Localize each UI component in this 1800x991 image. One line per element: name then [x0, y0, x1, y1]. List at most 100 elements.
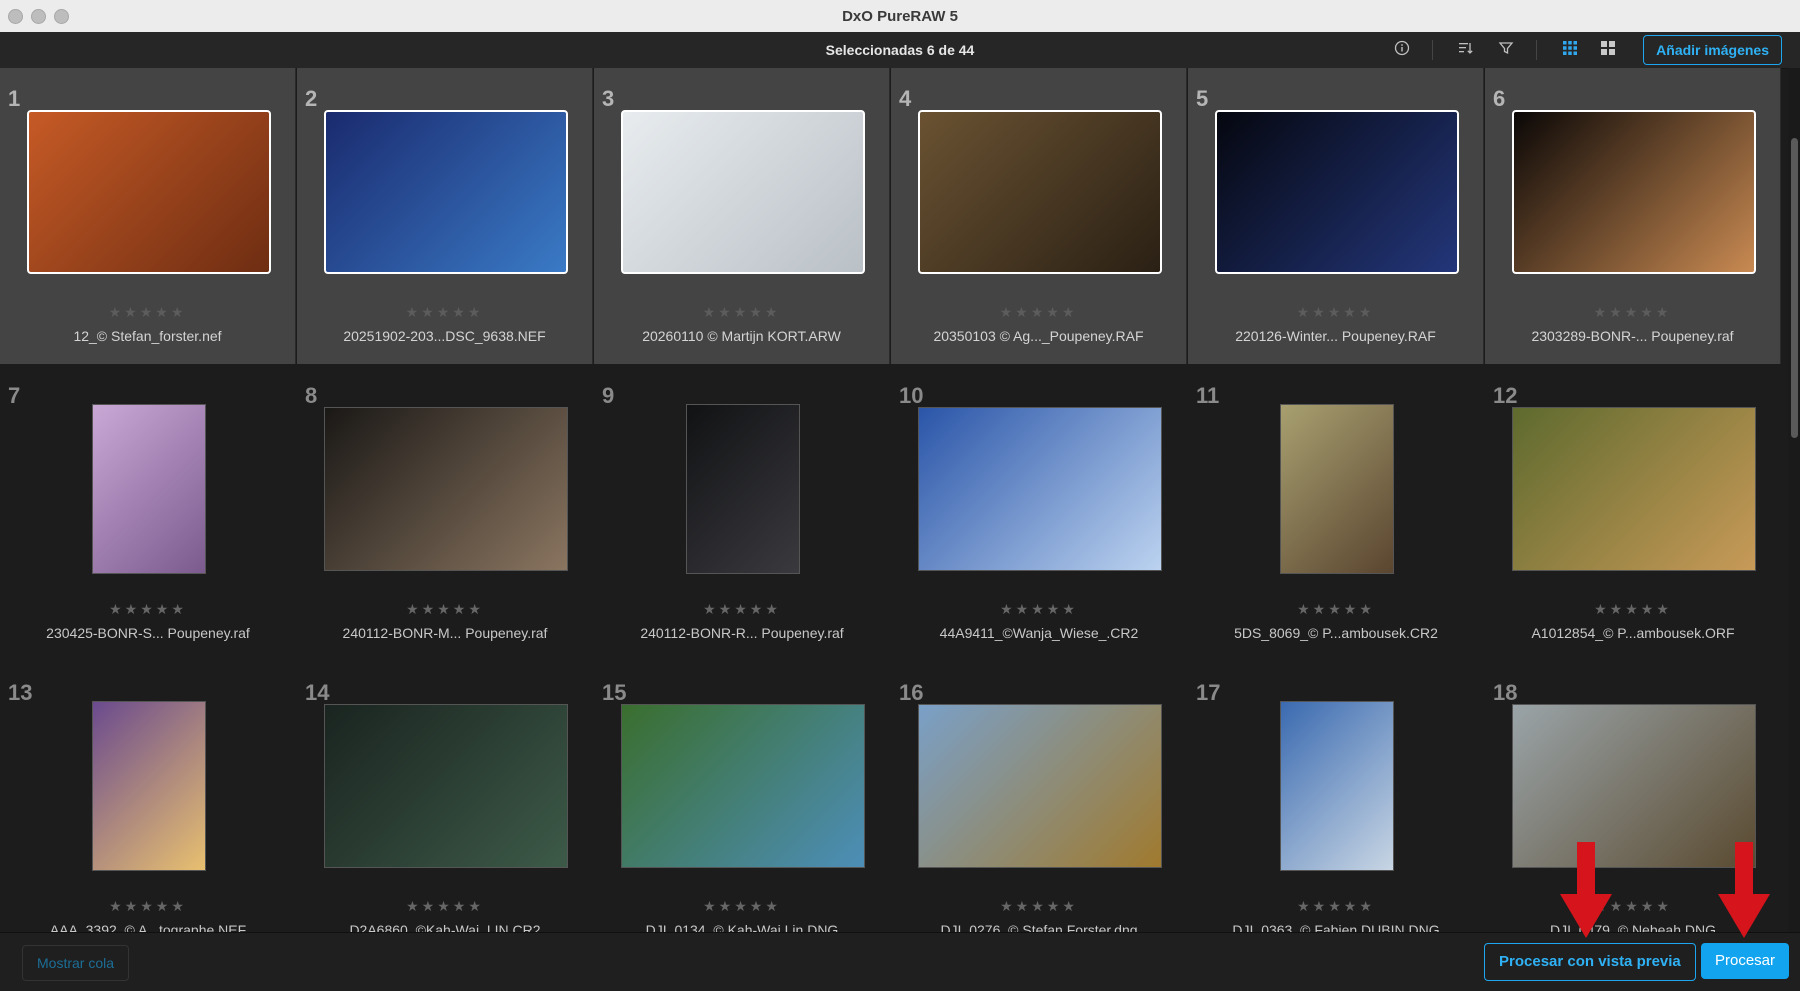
thumbnail-image[interactable] [620, 110, 865, 274]
toolbar: Seleccionadas 6 de 44 Añadir imágenes [0, 32, 1800, 69]
file-name: 44A9411_©Wanja_Wiese_.CR2 [939, 625, 1139, 641]
file-name: 12_© Stefan_forster.nef [73, 328, 222, 344]
rating-stars[interactable]: ★★★★★ [1188, 601, 1484, 618]
thumbnail-image[interactable] [917, 407, 1162, 571]
thumbnail-index: 12 [1493, 383, 1518, 408]
thumbnail-image[interactable] [1279, 701, 1394, 871]
thumbnail-index: 1 [8, 86, 21, 111]
file-name: 240112-BONR-R... Poupeney.raf [640, 625, 844, 641]
rating-stars[interactable]: ★★★★★ [891, 601, 1187, 618]
thumbnail-index: 16 [899, 680, 924, 705]
file-name: 20251902-203...DSC_9638.NEF [343, 328, 546, 344]
rating-stars[interactable]: ★★★★★ [0, 898, 296, 915]
process-button[interactable]: Procesar [1701, 943, 1790, 979]
rating-stars[interactable]: ★★★★★ [0, 304, 295, 321]
minimize-window-button[interactable] [31, 9, 46, 24]
rating-stars[interactable]: ★★★★★ [891, 898, 1187, 915]
thumbnail-cell[interactable]: 5 ★★★★★ 220126-Winter... Poupeney.RAF [1188, 68, 1484, 364]
thumbnail-cell[interactable]: 11 ★★★★★ 5DS_8069_© P...ambousek.CR2 [1188, 365, 1484, 661]
thumbnail-index: 8 [305, 383, 318, 408]
thumbnail-cell[interactable]: 4 ★★★★★ 20350103 © Ag..._Poupeney.RAF [891, 68, 1187, 364]
window-title: DxO PureRAW 5 [842, 7, 958, 25]
grid-scrollbar[interactable] [1788, 68, 1800, 934]
thumbnail-cell[interactable]: 6 ★★★★★ 2303289-BONR-... Poupeney.raf [1485, 68, 1781, 364]
thumbnail-image[interactable] [1279, 404, 1394, 574]
selection-count: Seleccionadas 6 de 44 [825, 42, 975, 58]
file-name: 20350103 © Ag..._Poupeney.RAF [933, 328, 1144, 344]
add-images-button[interactable]: Añadir imágenes [1643, 35, 1782, 65]
bottom-bar: Mostrar cola Procesar con vista previa P… [0, 932, 1800, 991]
thumbnail-index: 7 [8, 383, 21, 408]
zoom-window-button[interactable] [54, 9, 69, 24]
thumbnail-cell[interactable]: 1 ★★★★★ 12_© Stefan_forster.nef [0, 68, 296, 364]
thumbnail-index: 9 [602, 383, 615, 408]
filter-icon[interactable] [1496, 40, 1516, 60]
process-with-preview-button[interactable]: Procesar con vista previa [1484, 943, 1696, 981]
thumbnail-image[interactable] [91, 404, 206, 574]
window-controls[interactable] [8, 9, 69, 24]
rating-stars[interactable]: ★★★★★ [1485, 304, 1780, 321]
rating-stars[interactable]: ★★★★★ [891, 304, 1186, 321]
show-queue-button[interactable]: Mostrar cola [22, 945, 130, 981]
annotation-arrow [1718, 842, 1770, 938]
thumbnail-image[interactable] [323, 110, 568, 274]
thumbnail-image[interactable] [26, 110, 271, 274]
thumbnail-cell[interactable]: 13 ★★★★★ AAA_3392_© A...tographe.NEF [0, 662, 296, 958]
toolbar-separator [1536, 40, 1537, 60]
toolbar-separator [1432, 40, 1433, 60]
file-name: 20260110 © Martijn KORT.ARW [642, 328, 841, 344]
file-name: 240112-BONR-M... Poupeney.raf [342, 625, 548, 641]
thumbnail-cell[interactable]: 2 ★★★★★ 20251902-203...DSC_9638.NEF [297, 68, 593, 364]
rating-stars[interactable]: ★★★★★ [1188, 898, 1484, 915]
rating-stars[interactable]: ★★★★★ [594, 898, 890, 915]
thumbnail-cell[interactable]: 8 ★★★★★ 240112-BONR-M... Poupeney.raf [297, 365, 593, 661]
rating-stars[interactable]: ★★★★★ [297, 304, 592, 321]
thumbnail-index: 13 [8, 680, 33, 705]
thumbnail-image[interactable] [620, 704, 865, 868]
thumbnail-index: 4 [899, 86, 912, 111]
info-icon[interactable] [1392, 40, 1412, 60]
thumbnail-index: 6 [1493, 86, 1506, 111]
thumbnail-image[interactable] [685, 404, 800, 574]
thumbnail-cell[interactable]: 16 ★★★★★ DJI_0276_© Stefan Forster.dng [891, 662, 1187, 958]
thumbnail-image[interactable] [323, 407, 568, 571]
thumbnail-image[interactable] [1214, 110, 1459, 274]
rating-stars[interactable]: ★★★★★ [1188, 304, 1483, 321]
thumbnail-image[interactable] [1511, 110, 1756, 274]
thumbnail-image[interactable] [323, 704, 568, 868]
thumbnail-cell[interactable]: 10 ★★★★★ 44A9411_©Wanja_Wiese_.CR2 [891, 365, 1187, 661]
thumbnail-cell[interactable]: 15 ★★★★★ DJI_0134_© Kah-Wai Lin.DNG [594, 662, 890, 958]
rating-stars[interactable]: ★★★★★ [594, 304, 889, 321]
thumbnail-image[interactable] [1511, 407, 1756, 571]
thumbnail-cell[interactable]: 7 ★★★★★ 230425-BONR-S... Poupeney.raf [0, 365, 296, 661]
thumbnail-index: 14 [305, 680, 330, 705]
rating-stars[interactable]: ★★★★★ [594, 601, 890, 618]
file-name: 2303289-BONR-... Poupeney.raf [1531, 328, 1734, 344]
rating-stars[interactable]: ★★★★★ [1485, 601, 1781, 618]
thumbnail-image[interactable] [917, 110, 1162, 274]
scrollbar-thumb[interactable] [1791, 138, 1798, 438]
close-window-button[interactable] [8, 9, 23, 24]
file-name: 5DS_8069_© P...ambousek.CR2 [1234, 625, 1438, 641]
thumbnail-index: 17 [1196, 680, 1221, 705]
thumbnail-index: 10 [899, 383, 924, 408]
thumbnail-index: 3 [602, 86, 615, 111]
file-name: A1012854_© P...ambousek.ORF [1531, 625, 1735, 641]
thumbnail-index: 11 [1196, 383, 1220, 408]
thumbnail-cell[interactable]: 17 ★★★★★ DJI_0363_© Fabien DUBIN.DNG [1188, 662, 1484, 958]
thumbnail-index: 18 [1493, 680, 1518, 705]
thumbnail-cell[interactable]: 9 ★★★★★ 240112-BONR-R... Poupeney.raf [594, 365, 890, 661]
file-name: 230425-BONR-S... Poupeney.raf [46, 625, 250, 641]
thumbnail-image[interactable] [917, 704, 1162, 868]
thumbnail-cell[interactable]: 14 ★★★★★ D2A6860_©Kah-Wai_LIN.CR2 [297, 662, 593, 958]
mosaic-view-icon[interactable] [1598, 40, 1618, 60]
thumbnail-index: 5 [1196, 86, 1209, 111]
rating-stars[interactable]: ★★★★★ [297, 898, 593, 915]
rating-stars[interactable]: ★★★★★ [297, 601, 593, 618]
sort-icon[interactable] [1456, 40, 1476, 60]
thumbnail-cell[interactable]: 3 ★★★★★ 20260110 © Martijn KORT.ARW [594, 68, 890, 364]
thumbnail-cell[interactable]: 12 ★★★★★ A1012854_© P...ambousek.ORF [1485, 365, 1781, 661]
thumbnail-image[interactable] [91, 701, 206, 871]
grid-view-icon[interactable] [1560, 40, 1580, 60]
rating-stars[interactable]: ★★★★★ [0, 601, 296, 618]
